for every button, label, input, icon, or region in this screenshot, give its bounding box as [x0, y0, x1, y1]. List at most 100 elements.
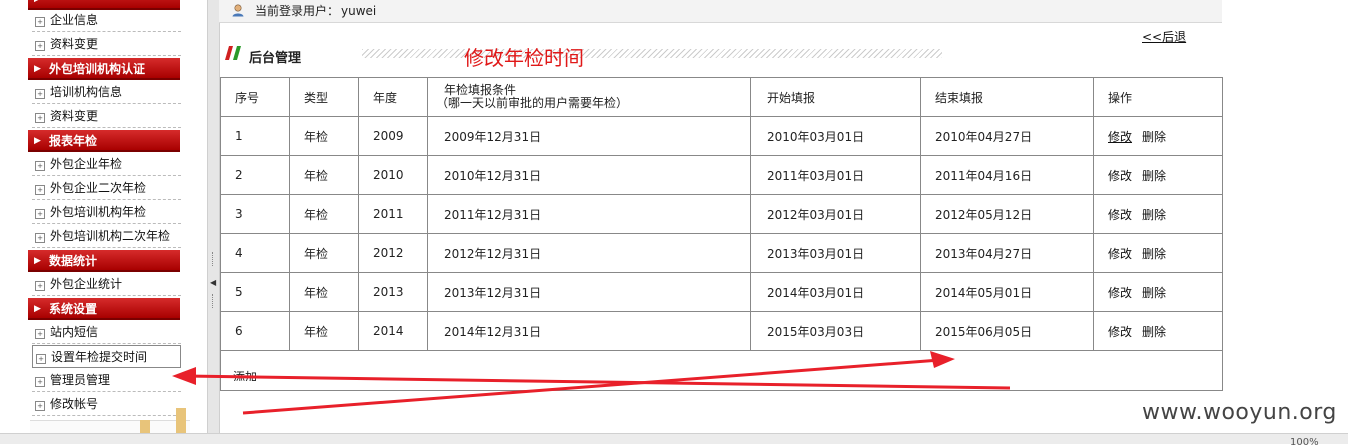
sidebar-item-company-annual[interactable]: + 外包企业年检 [32, 153, 181, 176]
cell-actions: 修改 删除 [1093, 272, 1223, 312]
cell-condition: 2010年12月31日 [427, 155, 751, 195]
delete-link[interactable]: 删除 [1142, 325, 1166, 339]
expand-box-icon: + [35, 17, 45, 27]
expand-box-icon: + [35, 329, 45, 339]
edit-link[interactable]: 修改 [1108, 130, 1132, 144]
expand-box-icon: + [35, 185, 45, 195]
triangle-icon: ▶ [34, 136, 41, 146]
sidebar-section-training-cert[interactable]: ▶ 外包培训机构认证 [28, 58, 180, 80]
cell-start: 2010年03月01日 [750, 116, 921, 156]
expand-box-icon: + [35, 401, 45, 411]
expand-box-icon: + [35, 209, 45, 219]
splitter-grip [212, 294, 215, 308]
edit-link[interactable]: 修改 [1108, 169, 1132, 183]
cell-type: 年检 [289, 311, 359, 351]
cell-actions: 修改 删除 [1093, 311, 1223, 351]
sidebar-item-label: 外包企业统计 [50, 277, 123, 291]
cell-actions: 修改 删除 [1093, 116, 1223, 156]
col-header-condition: 年检填报条件 （哪一天以前审批的用户需要年检） [427, 77, 751, 117]
triangle-icon: ▶ [34, 64, 41, 74]
login-status-bar: 当前登录用户： yuwei [219, 0, 1222, 23]
sidebar-item-internal-message[interactable]: + 站内短信 [32, 321, 181, 344]
cell-end: 2013年04月27日 [920, 233, 1094, 273]
cell-no: 5 [220, 272, 290, 312]
edit-link[interactable]: 修改 [1108, 247, 1132, 261]
edit-link[interactable]: 修改 [1108, 208, 1132, 222]
cell-end: 2010年04月27日 [920, 116, 1094, 156]
edit-link[interactable]: 修改 [1108, 325, 1132, 339]
sidebar-section-system-settings[interactable]: ▶ 系统设置 [28, 298, 180, 320]
add-link[interactable]: 添加 [233, 368, 257, 381]
cell-actions: 修改 删除 [1093, 155, 1223, 195]
sidebar-item-company-second-annual[interactable]: + 外包企业二次年检 [32, 177, 181, 200]
sidebar-item-label: 资料变更 [50, 109, 99, 123]
edit-link[interactable]: 修改 [1108, 286, 1132, 300]
delete-link[interactable]: 删除 [1142, 208, 1166, 222]
cell-type: 年检 [289, 155, 359, 195]
cell-start: 2015年03月03日 [750, 311, 921, 351]
login-label: 当前登录用户： [255, 4, 340, 18]
cell-end: 2014年05月01日 [920, 272, 1094, 312]
table-row: 1 年检 2009 2009年12月31日 2010年03月01日 2010年0… [220, 116, 1223, 156]
cell-condition: 2011年12月31日 [427, 194, 751, 234]
sidebar-item-company-info[interactable]: + 企业信息 [32, 9, 181, 32]
cell-year: 2009 [358, 116, 428, 156]
sidebar-item-label: 培训机构信息 [50, 85, 123, 99]
cell-end: 2011年04月16日 [920, 155, 1094, 195]
col-header-action: 操作 [1093, 77, 1223, 117]
annual-check-table: 序号 类型 年度 年检填报条件 （哪一天以前审批的用户需要年检） 开始填报 结束… [220, 77, 1223, 391]
sidebar-nav: ▶ + 企业信息 + 资料变更 ▶ 外包培训机构认证 + 培训机构信息 + 资料变更 ▶ 报… [0, 0, 207, 444]
sidebar-section-title: 数据统计 [49, 254, 98, 268]
cell-actions: 修改 删除 [1093, 233, 1223, 273]
sidebar-item-training-info[interactable]: + 培训机构信息 [32, 81, 181, 104]
delete-link[interactable]: 删除 [1142, 169, 1166, 183]
sidebar-section-report-check[interactable]: ▶ 报表年检 [28, 130, 180, 152]
delete-link[interactable]: 删除 [1142, 286, 1166, 300]
expand-box-icon: + [35, 377, 45, 387]
login-username: yuwei [341, 4, 377, 18]
expand-box-icon: + [35, 89, 45, 99]
cell-condition: 2013年12月31日 [427, 272, 751, 312]
sidebar-item-company-stats[interactable]: + 外包企业统计 [32, 273, 181, 296]
sidebar-item-label: 外包企业二次年检 [50, 181, 147, 195]
sidebar-section-statistics[interactable]: ▶ 数据统计 [28, 250, 180, 272]
sidebar-item-training-annual[interactable]: + 外包培训机构年检 [32, 201, 181, 224]
expand-box-icon: + [35, 233, 45, 243]
col-header-year: 年度 [358, 77, 428, 117]
delete-link[interactable]: 删除 [1142, 130, 1166, 144]
sidebar-item-admin-management[interactable]: + 管理员管理 [32, 369, 181, 392]
sidebar-item-modify-account[interactable]: + 修改帐号 [32, 393, 181, 416]
sidebar-item-label: 设置年检提交时间 [51, 350, 148, 364]
delete-link[interactable]: 删除 [1142, 247, 1166, 261]
cell-end: 2015年06月05日 [920, 311, 1094, 351]
frame-splitter[interactable]: ◀ [207, 0, 220, 433]
collapse-arrow-icon[interactable]: ◀ [210, 278, 216, 287]
cell-condition: 2012年12月31日 [427, 233, 751, 273]
col-header-no: 序号 [220, 77, 290, 117]
cell-type: 年检 [289, 116, 359, 156]
sidebar-item-label: 外包企业年检 [50, 157, 123, 171]
sidebar-item-label: 站内短信 [50, 325, 99, 339]
cell-year: 2011 [358, 194, 428, 234]
annotation-title: 修改年检时间 [464, 46, 584, 70]
sidebar-item-training-profile-change[interactable]: + 资料变更 [32, 105, 181, 128]
expand-box-icon: + [36, 354, 46, 364]
cell-year: 2014 [358, 311, 428, 351]
sidebar-item-set-check-time[interactable]: + 设置年检提交时间 [32, 345, 181, 368]
sidebar-section-title: 系统设置 [49, 302, 98, 316]
sidebar-item-profile-change[interactable]: + 资料变更 [32, 33, 181, 56]
sidebar-item-training-second-annual[interactable]: + 外包培训机构二次年检 [32, 225, 181, 248]
sidebar-item-label: 企业信息 [50, 13, 99, 27]
cell-no: 1 [220, 116, 290, 156]
expand-box-icon: + [35, 113, 45, 123]
cell-type: 年检 [289, 272, 359, 312]
decoration [140, 420, 150, 434]
sidebar-item-label: 管理员管理 [50, 373, 111, 387]
expand-box-icon: + [35, 41, 45, 51]
page-title: 后台管理 [249, 51, 302, 66]
cell-year: 2010 [358, 155, 428, 195]
cell-year: 2013 [358, 272, 428, 312]
col-header-type: 类型 [289, 77, 359, 117]
back-link[interactable]: <<后退 [1142, 28, 1186, 45]
col-header-condition-line2: （哪一天以前审批的用户需要年检） [436, 96, 629, 110]
